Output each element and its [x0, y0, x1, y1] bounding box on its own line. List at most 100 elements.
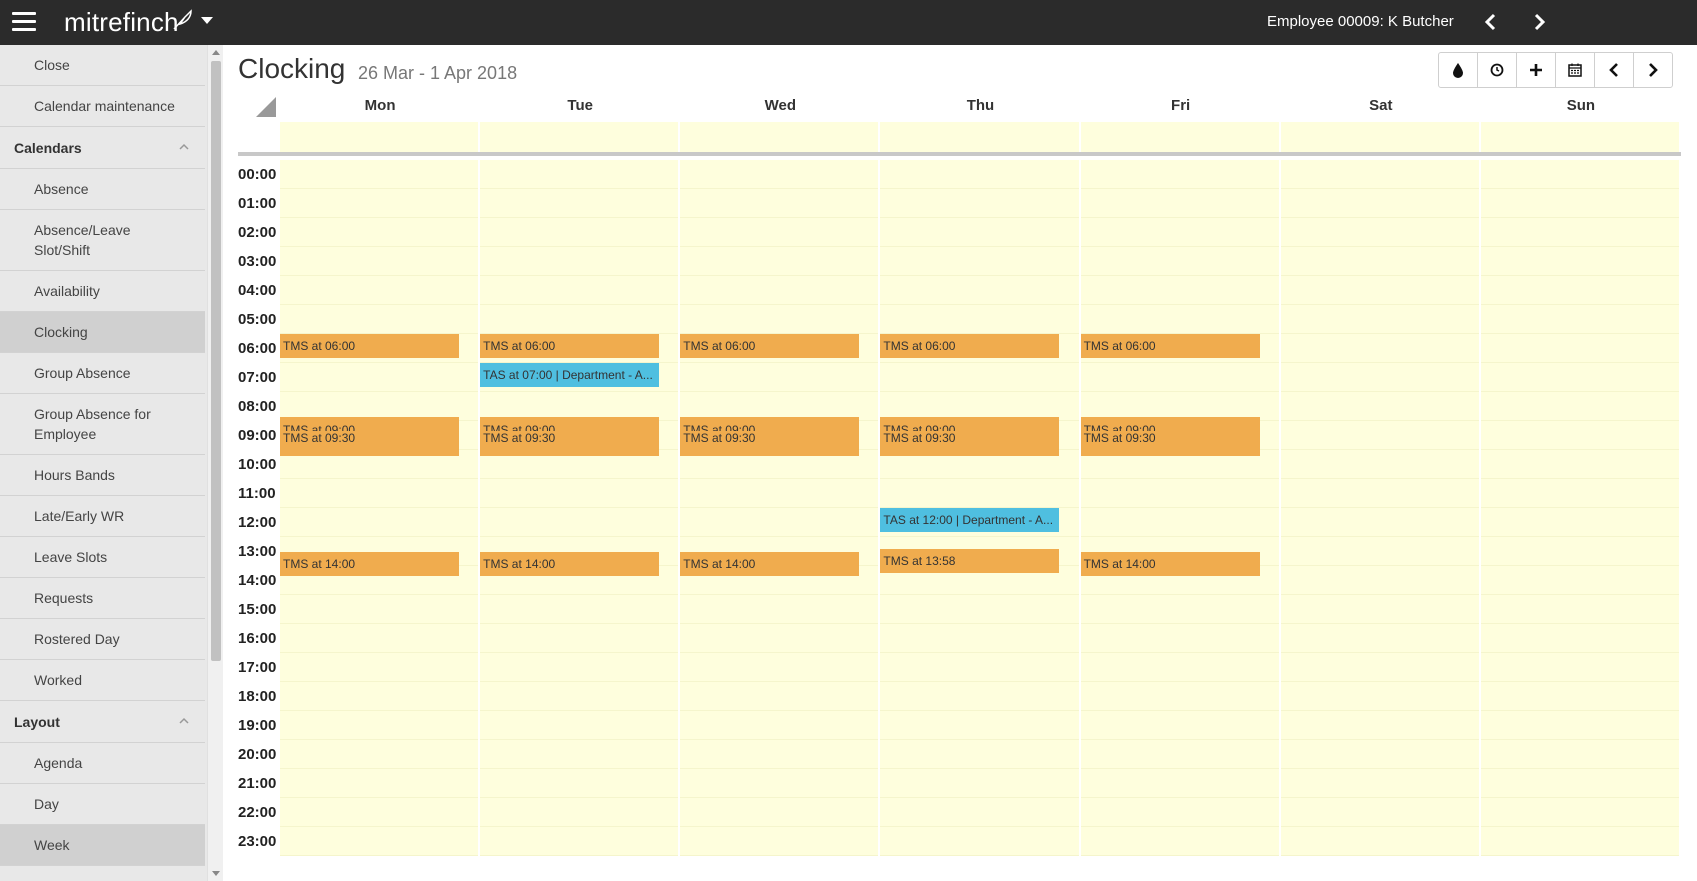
sidebar-item-leave-slots[interactable]: Leave Slots [0, 537, 205, 578]
all-day-cell[interactable] [680, 122, 881, 152]
calendar-button[interactable] [1555, 52, 1595, 88]
sidebar-item-label: Calendar maintenance [34, 98, 175, 114]
chevron-right-icon [1649, 63, 1658, 77]
hour-label: 11:00 [238, 485, 276, 502]
sidebar-item-week[interactable]: Week [0, 825, 205, 866]
event-tms[interactable]: TMS at 14:00 [280, 552, 459, 576]
sidebar-item-label: Week [34, 837, 70, 853]
day-header-tue[interactable]: Tue [480, 90, 680, 120]
sidebar-item-requests[interactable]: Requests [0, 578, 205, 619]
day-header-mon[interactable]: Mon [280, 90, 480, 120]
hour-label: 09:00 [238, 427, 277, 444]
hour-label: 07:00 [238, 369, 277, 386]
event-tms[interactable]: TMS at 09:00 TMS at 09:30 [880, 417, 1060, 456]
sidebar-section-calendars[interactable]: Calendars [0, 127, 205, 169]
day-header-fri[interactable]: Fri [1081, 90, 1281, 120]
event-tms[interactable]: TMS at 06:00 [480, 334, 660, 358]
day-column-sat[interactable] [1280, 160, 1481, 856]
sidebar-item-rostered-day[interactable]: Rostered Day [0, 619, 205, 660]
event-label: TMS at 09:00 [1083, 423, 1156, 431]
sidebar-item-day[interactable]: Day [0, 784, 205, 825]
chevron-left-icon [1609, 63, 1618, 77]
event-label: TMS at 09:30 [683, 431, 756, 445]
event-tas[interactable]: TAS at 12:00 | Department - A... [880, 508, 1060, 532]
sidebar-item-absence[interactable]: Absence [0, 169, 205, 210]
all-day-divider[interactable] [238, 152, 1681, 156]
sidebar-item-agenda[interactable]: Agenda [0, 743, 205, 784]
day-header-sun[interactable]: Sun [1481, 90, 1681, 120]
event-tms[interactable]: TMS at 09:00 TMS at 09:30 [1080, 417, 1260, 456]
event-tas[interactable]: TAS at 07:00 | Department - A... [480, 363, 660, 387]
event-tms[interactable]: TMS at 14:00 [680, 552, 860, 576]
sidebar-item-availability[interactable]: Availability [0, 271, 205, 312]
sidebar-item-label: Absence/Leave Slot/Shift [34, 222, 131, 258]
sidebar-item-close[interactable]: Close [0, 45, 205, 86]
hamburger-menu-icon[interactable] [12, 12, 36, 34]
event-tms[interactable]: TMS at 09:00 TMS at 09:30 [680, 417, 860, 456]
event-tms[interactable]: TMS at 13:58 [880, 549, 1060, 573]
sidebar-item-label: Late/Early WR [34, 508, 125, 524]
sidebar-item-label: Day [34, 796, 59, 812]
time-button[interactable] [1477, 52, 1517, 88]
hour-label: 04:00 [238, 282, 277, 299]
sidebar-item-clocking[interactable]: Clocking [0, 312, 205, 353]
all-day-cell[interactable] [1280, 122, 1481, 152]
event-tms[interactable]: TMS at 09:00 TMS at 09:30 [480, 417, 660, 456]
day-column-tue[interactable]: TMS at 06:00 TAS at 07:00 | Department -… [480, 160, 681, 856]
event-tms[interactable]: TMS at 14:00 [480, 552, 660, 576]
event-tms[interactable]: TMS at 06:00 [680, 334, 860, 358]
sidebar-item-worked[interactable]: Worked [0, 660, 205, 701]
sidebar-item-absence-leave-slot-shift[interactable]: Absence/Leave Slot/Shift [0, 210, 205, 271]
day-column-wed[interactable]: TMS at 06:00 TMS at 09:00 TMS at 09:30 T… [680, 160, 881, 856]
event-label: TMS at 09:30 [1083, 431, 1156, 445]
brand-dropdown-caret-icon[interactable] [201, 17, 213, 24]
day-column-mon[interactable]: TMS at 06:00 TMS at 09:00 TMS at 09:30 T… [280, 160, 481, 856]
day-column-sun[interactable] [1480, 160, 1681, 856]
hour-label: 00:00 [238, 166, 277, 183]
color-button[interactable] [1438, 52, 1478, 88]
day-header-wed[interactable]: Wed [680, 90, 880, 120]
all-day-cell[interactable] [280, 122, 481, 152]
all-day-cell[interactable] [880, 122, 1081, 152]
next-employee-icon[interactable] [1530, 12, 1548, 32]
hour-label: 05:00 [238, 311, 277, 328]
all-day-cell[interactable] [1080, 122, 1281, 152]
page-title: Clocking [238, 53, 346, 84]
sidebar-item-calendar-maintenance[interactable]: Calendar maintenance [0, 86, 205, 127]
hour-label: 02:00 [238, 224, 277, 241]
scrollbar-thumb[interactable] [211, 61, 221, 661]
add-button[interactable] [1516, 52, 1556, 88]
previous-week-button[interactable] [1594, 52, 1634, 88]
sidebar-item-late-early-wr[interactable]: Late/Early WR [0, 496, 205, 537]
sidebar-section-layout[interactable]: Layout [0, 701, 205, 743]
event-tms[interactable]: TMS at 06:00 [880, 334, 1060, 358]
all-day-cell[interactable] [1480, 122, 1681, 152]
sidebar-item-hours-bands[interactable]: Hours Bands [0, 455, 205, 496]
calendar-icon [1568, 63, 1582, 77]
feather-icon [173, 9, 192, 30]
sidebar-item-group-absence-for-employee[interactable]: Group Absence for Employee [0, 394, 205, 455]
sidebar-item-label: Rostered Day [34, 631, 120, 647]
day-header-thu[interactable]: Thu [880, 90, 1080, 120]
scroll-up-icon[interactable] [212, 50, 220, 55]
next-week-button[interactable] [1633, 52, 1673, 88]
calendar-toolbar [1438, 52, 1673, 88]
brand-logo[interactable]: mitrefinch [64, 7, 179, 38]
hour-label: 21:00 [238, 775, 277, 792]
event-tms[interactable]: TMS at 14:00 [1080, 552, 1260, 576]
day-column-thu[interactable]: TMS at 06:00 TMS at 09:00 TMS at 09:30 T… [880, 160, 1081, 856]
all-day-cell[interactable] [480, 122, 681, 152]
sidebar-item-label: Close [34, 57, 70, 73]
sidebar-scrollbar[interactable] [207, 45, 223, 881]
scroll-down-icon[interactable] [212, 871, 220, 876]
event-tms[interactable]: TMS at 06:00 [280, 334, 459, 358]
event-tms[interactable]: TMS at 09:00 TMS at 09:30 [280, 417, 459, 456]
sidebar-item-group-absence[interactable]: Group Absence [0, 353, 205, 394]
time-grid: TMS at 06:00 TMS at 09:00 TMS at 09:30 T… [280, 160, 1681, 856]
day-header-sat[interactable]: Sat [1281, 90, 1481, 120]
event-tms[interactable]: TMS at 06:00 [1080, 334, 1260, 358]
chevron-up-icon [179, 717, 189, 724]
previous-employee-icon[interactable] [1482, 12, 1500, 32]
sidebar-item-label: Leave Slots [34, 549, 108, 565]
day-column-fri[interactable]: TMS at 06:00 TMS at 09:00 TMS at 09:30 T… [1080, 160, 1281, 856]
